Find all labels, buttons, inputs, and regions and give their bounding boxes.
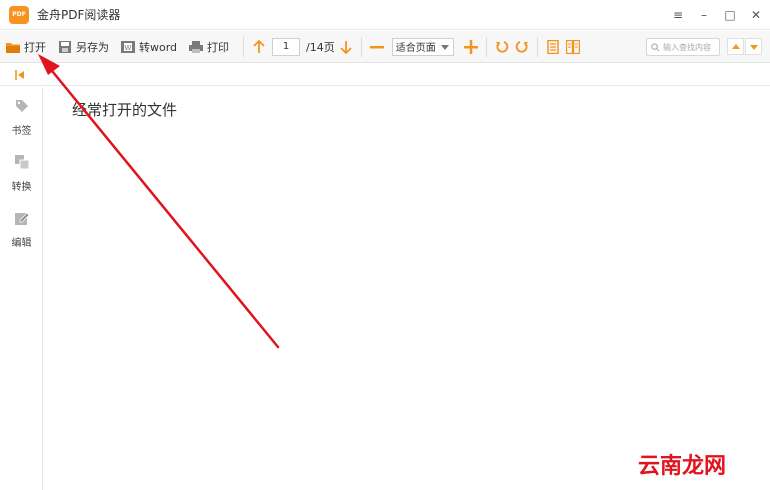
zoom-out-icon[interactable] <box>369 40 384 54</box>
search-input[interactable]: 输入查找内容 <box>646 38 720 56</box>
sidebar: 书签 转换 编辑 <box>0 87 43 490</box>
page-total: /14页 <box>306 40 335 54</box>
print-label: 打印 <box>207 40 230 54</box>
folder-icon <box>6 42 20 53</box>
sidebar-item-label: 转换 <box>11 182 32 193</box>
rotate-left-icon[interactable] <box>495 40 509 54</box>
divider <box>485 36 487 57</box>
sidebar-item-edit[interactable]: 编辑 <box>0 211 43 249</box>
divider <box>360 36 362 57</box>
convert-icon <box>14 155 29 170</box>
sidebar-item-label: 编辑 <box>11 238 32 249</box>
page-number-input[interactable]: 1 <box>272 37 301 56</box>
app-logo: PDF <box>9 5 29 24</box>
edit-icon <box>14 212 30 225</box>
save-as-label: 另存为 <box>76 40 109 54</box>
arrow-up-icon[interactable] <box>252 39 266 54</box>
bookmark-tag-icon <box>15 100 28 112</box>
title-bar: PDF 金舟PDF阅读器 ≡ – □ ✕ <box>0 0 770 30</box>
maximize-icon[interactable]: □ <box>724 9 736 21</box>
close-icon[interactable]: ✕ <box>750 9 762 21</box>
single-page-icon[interactable] <box>546 39 560 54</box>
main-content: 经常打开的文件 <box>44 87 770 490</box>
watermark-text: 云南龙网 <box>638 454 727 479</box>
sidebar-item-label: 书签 <box>11 126 32 137</box>
save-icon <box>59 40 71 53</box>
divider <box>243 36 245 57</box>
save-as-button[interactable]: 另存为 <box>52 35 115 59</box>
menu-icon[interactable]: ≡ <box>672 9 684 21</box>
panel-header <box>0 64 770 86</box>
open-label: 打开 <box>24 40 46 54</box>
to-word-label: 转word <box>139 40 178 54</box>
window-controls: ≡ – □ ✕ <box>672 0 762 30</box>
open-button[interactable]: 打开 <box>0 35 52 59</box>
search-icon <box>651 42 660 51</box>
chevron-down-icon <box>440 44 449 50</box>
zoom-value: 适合页面 <box>395 43 436 54</box>
svg-text:W: W <box>125 44 132 52</box>
app-title: 金舟PDF阅读器 <box>37 8 121 22</box>
caret-down-icon <box>750 45 758 50</box>
sidebar-item-convert[interactable]: 转换 <box>0 155 43 193</box>
caret-up-icon <box>732 44 740 49</box>
zoom-select[interactable]: 适合页面 <box>391 37 454 56</box>
recent-files-title: 经常打开的文件 <box>72 101 178 119</box>
zoom-in-icon[interactable] <box>463 39 478 54</box>
sidebar-item-bookmarks[interactable]: 书签 <box>0 99 43 137</box>
print-button[interactable]: 打印 <box>183 35 235 59</box>
minimize-icon[interactable]: – <box>698 9 710 21</box>
printer-icon <box>189 40 204 53</box>
rotate-right-icon[interactable] <box>515 40 529 54</box>
to-word-button[interactable]: W 转word <box>115 35 183 59</box>
arrow-down-icon[interactable] <box>339 40 353 54</box>
divider <box>536 36 538 57</box>
double-page-icon[interactable] <box>565 39 580 54</box>
word-icon: W <box>121 40 135 53</box>
search-prev-button[interactable] <box>727 38 744 55</box>
collapse-sidebar-icon[interactable] <box>15 69 27 81</box>
search-next-button[interactable] <box>745 38 762 55</box>
search-placeholder: 输入查找内容 <box>663 42 711 52</box>
